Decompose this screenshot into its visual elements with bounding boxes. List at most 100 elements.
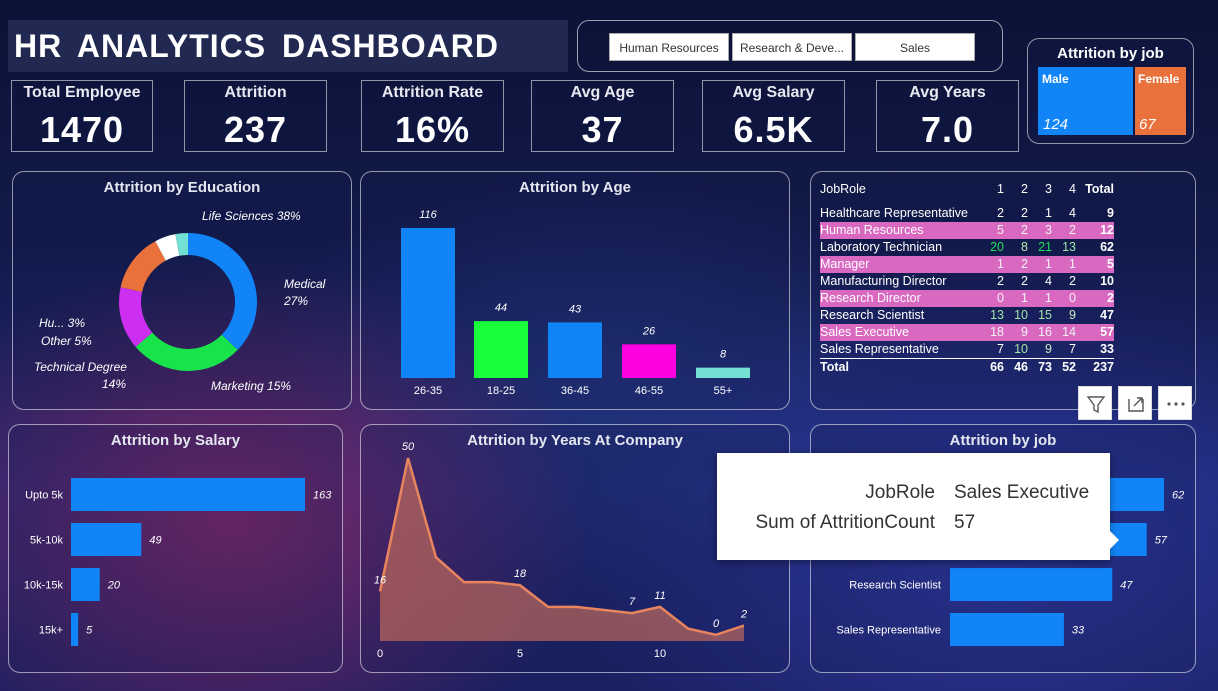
job-bar-2 [950, 568, 1113, 601]
kpi-label: Attrition Rate [381, 84, 484, 101]
years-data-label: 50 [402, 441, 415, 453]
kpi-label: Avg Salary [732, 84, 815, 101]
matrix-row[interactable]: Human Resources 5 2 3 2 12 [820, 222, 1114, 239]
matrix-cell: 8 [1021, 240, 1028, 254]
kpi-value: 1470 [39, 109, 125, 150]
matrix-cell: 16 [1038, 325, 1052, 339]
matrix-cell: 9 [1021, 325, 1028, 339]
matrix-cell: 7 [1069, 342, 1076, 356]
job-bar-3 [950, 613, 1064, 646]
matrix-cell: 10 [1014, 342, 1028, 356]
years-x-tick: 10 [654, 648, 666, 660]
matrix-total-label: Total [820, 358, 980, 376]
job-data-label: 62 [1172, 490, 1184, 502]
kpi-avg-salary: Avg Salary 6.5K [702, 80, 845, 152]
matrix-header-1: 1 [997, 182, 1004, 196]
matrix-row-label: Research Director [820, 291, 921, 305]
jobrole-matrix-panel: JobRole 1 2 3 4 Total Healthcare Representativ… [810, 171, 1196, 410]
salary-category-label: 15k+ [39, 625, 63, 637]
matrix-row[interactable]: Manager 1 2 1 1 5 [820, 256, 1114, 273]
kpi-attrition: Attrition 237 [184, 80, 327, 152]
job-category-label: Research Scientist [849, 580, 941, 592]
more-options-icon[interactable] [1158, 386, 1192, 420]
tooltip: JobRole Sales Executive Sum of Attrition… [717, 453, 1119, 560]
matrix-cell: 5 [997, 223, 1004, 237]
slicer-sales[interactable]: Sales [855, 33, 975, 61]
matrix-cell: 21 [1038, 240, 1052, 254]
matrix-cell: 13 [1062, 240, 1076, 254]
female-value: 67 [1139, 116, 1156, 133]
slicer-human-resources[interactable]: Human Resources [609, 33, 729, 61]
salary-data-label: 5 [86, 625, 93, 637]
matrix-row-total: 10 [1100, 274, 1114, 288]
label-medical: Medical [284, 277, 326, 291]
tooltip-pointer [1110, 531, 1119, 549]
matrix-total-cell: 73 [1028, 358, 1052, 376]
female-segment[interactable]: Female 67 [1135, 67, 1186, 135]
matrix-cell: 4 [1045, 274, 1052, 288]
matrix-row[interactable]: Sales Executive 18 9 16 14 57 [820, 324, 1114, 341]
kpi-total-employee: Total Employee 1470 [11, 80, 153, 152]
tooltip-key-sum: Sum of AttritionCount [755, 512, 935, 533]
matrix-row[interactable]: Manufacturing Director 2 2 4 2 10 [820, 273, 1114, 290]
gender-card: Attrition by job Male 124 Female 67 [1027, 38, 1194, 144]
matrix-cell: 9 [1045, 342, 1052, 356]
age-category-label: 26-35 [414, 385, 442, 397]
matrix-header-3: 3 [1045, 182, 1052, 196]
matrix-row-total: 5 [1107, 257, 1114, 271]
matrix-row-total: 62 [1100, 240, 1114, 254]
matrix-row[interactable]: Sales Representative 7 10 9 7 33 [820, 341, 1114, 359]
salary-data-label: 20 [107, 580, 121, 592]
donut-slice-life-sciences [188, 233, 257, 351]
salary-category-label: 10k-15k [24, 580, 64, 592]
matrix-total-cell: 237 [1076, 358, 1114, 376]
salary-data-label: 163 [313, 490, 332, 502]
job-category-label: Sales Representative [836, 625, 941, 637]
age-bar-46-55 [622, 344, 676, 378]
kpi-avg-age: Avg Age 37 [531, 80, 674, 152]
age-bar-55+ [696, 367, 750, 378]
matrix-row-total: 47 [1100, 308, 1114, 322]
matrix-row[interactable]: Research Scientist 13 10 15 9 47 [820, 307, 1114, 324]
matrix-cell: 2 [1021, 206, 1028, 220]
label-medical-pct: 27% [283, 294, 308, 308]
matrix-row-total: 57 [1100, 325, 1114, 339]
matrix-row[interactable]: Research Director 0 1 1 0 2 [820, 290, 1114, 307]
matrix-row[interactable]: Healthcare Representative 2 2 1 4 9 [820, 205, 1114, 222]
years-x-tick: 0 [377, 648, 383, 660]
label-marketing: Marketing 15% [211, 379, 291, 393]
matrix-row-label: Sales Representative [820, 342, 939, 356]
kpi-label: Avg Years [909, 84, 986, 101]
kpi-value: 7.0 [920, 109, 975, 150]
tooltip-value-jobrole: Sales Executive [954, 482, 1090, 503]
age-bar-18-25 [474, 321, 528, 378]
matrix-cell: 18 [990, 325, 1004, 339]
matrix-header-jobrole[interactable]: JobRole [820, 181, 980, 205]
matrix-cell: 2 [1021, 274, 1028, 288]
matrix-total-cell: 66 [980, 358, 1004, 376]
matrix-cell: 14 [1062, 325, 1076, 339]
education-donut-chart: Life Sciences 38% Medical 27% Marketing … [34, 209, 326, 393]
slicer-research-development[interactable]: Research & Deve... [732, 33, 852, 61]
matrix-total-cell: 46 [1004, 358, 1028, 376]
tooltip-value-sum: 57 [954, 512, 976, 533]
label-life-sciences: Life Sciences 38% [202, 209, 301, 223]
job-data-label: 47 [1120, 580, 1133, 592]
job-data-label: 57 [1155, 535, 1168, 547]
matrix-row-total: 33 [1100, 342, 1114, 356]
matrix-row-label: Sales Executive [820, 325, 909, 339]
matrix-cell: 3 [1045, 223, 1052, 237]
focus-mode-icon[interactable] [1118, 386, 1152, 420]
label-technical-degree-pct: 14% [102, 377, 126, 391]
age-bar-26-35 [401, 228, 455, 378]
job-data-label: 33 [1072, 625, 1085, 637]
matrix-row[interactable]: Laboratory Technician 20 8 21 13 62 [820, 239, 1114, 256]
filter-icon[interactable] [1078, 386, 1112, 420]
years-data-label: 16 [374, 574, 387, 586]
salary-bar-0 [71, 478, 305, 511]
matrix-cell: 1 [1069, 257, 1076, 271]
kpi-avg-years: Avg Years 7.0 [876, 80, 1019, 152]
page-title: HR ANALYTICS DASHBOARD [14, 28, 499, 64]
male-segment[interactable]: Male 124 [1038, 67, 1133, 135]
salary-bar-chart: 163 Upto 5k 49 5k-10k 20 10k-15k 5 15k+ [24, 478, 332, 646]
